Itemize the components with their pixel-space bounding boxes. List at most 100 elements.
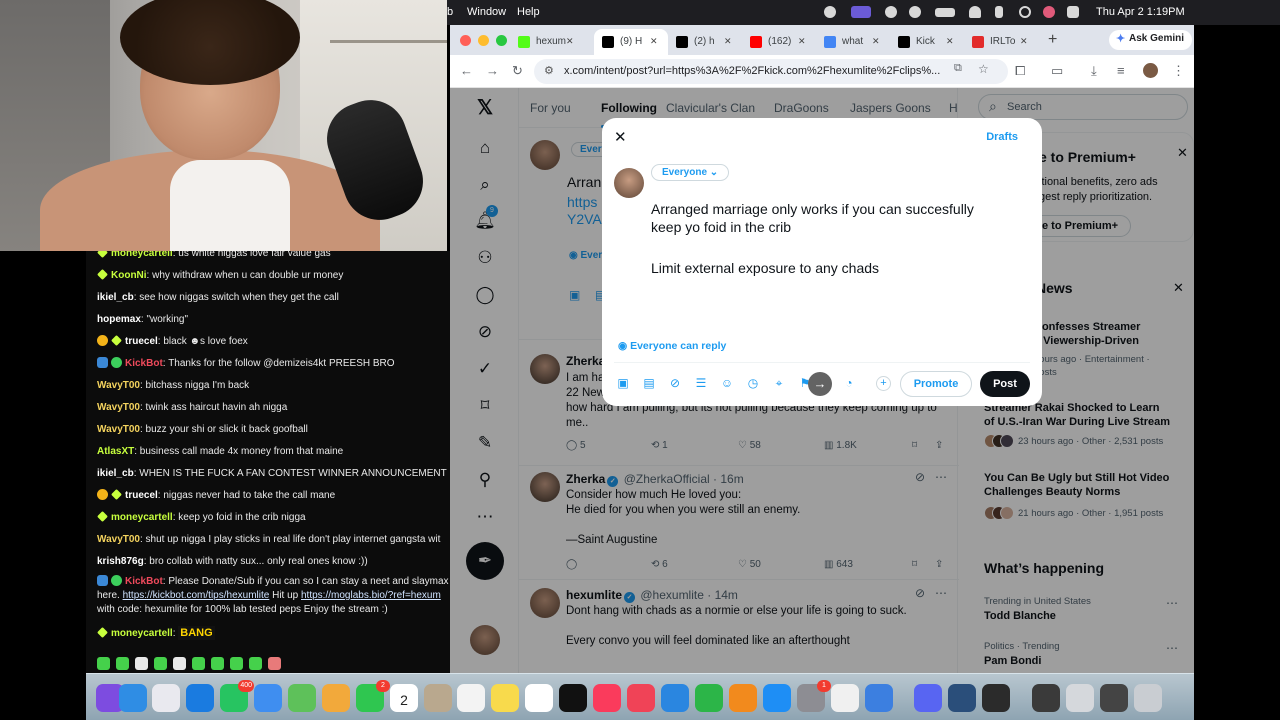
notes-icon[interactable]: [491, 684, 519, 712]
keyboard-icon[interactable]: [1066, 684, 1094, 712]
chat-username[interactable]: KoonNi: [111, 270, 147, 281]
site-info-icon[interactable]: ⚙: [544, 64, 554, 77]
gif-icon[interactable]: ▤: [642, 376, 656, 390]
photos-icon[interactable]: [322, 684, 350, 712]
finder-icon[interactable]: [119, 684, 147, 712]
schedule-icon[interactable]: ◷: [746, 376, 760, 390]
status-icon[interactable]: [824, 6, 836, 18]
audience-selector[interactable]: Everyone ⌄: [651, 164, 730, 181]
emote-icon[interactable]: [249, 657, 262, 670]
facetime-icon[interactable]: 2: [356, 680, 390, 712]
reload-button[interactable]: ↻: [512, 63, 523, 79]
browser-tab[interactable]: (9) H ✕: [594, 29, 668, 55]
emote-icon[interactable]: [268, 657, 281, 670]
download-icon[interactable]: ⤓: [1091, 63, 1097, 79]
appstore-icon[interactable]: [763, 684, 791, 712]
search-icon[interactable]: [1019, 6, 1031, 18]
numbers-icon[interactable]: [695, 684, 723, 712]
media-icon[interactable]: ▣: [616, 376, 630, 390]
media-icon[interactable]: ≡: [1117, 63, 1125, 78]
browser-tab[interactable]: IRLTo ✕: [964, 29, 1038, 55]
emote-icon[interactable]: [230, 657, 243, 670]
trash-icon[interactable]: [1134, 684, 1162, 712]
new-tab-button[interactable]: +: [1048, 31, 1057, 49]
chat-username[interactable]: moneycartell: [111, 251, 173, 259]
address-bar[interactable]: ⚙ x.com/intent/post?url=https%3A%2F%2Fki…: [534, 59, 1008, 84]
poll-icon[interactable]: ☰: [694, 376, 708, 390]
browser-tab[interactable]: Kick ✕: [890, 29, 964, 55]
battery-icon[interactable]: [935, 8, 955, 17]
chat-link[interactable]: https://kickbot.com/tips/hexumlite: [123, 590, 270, 601]
browser-tab[interactable]: (2) h ✕: [668, 29, 742, 55]
clock[interactable]: Thu Apr 2 1:19PM: [1096, 6, 1185, 18]
play-icon[interactable]: [885, 6, 897, 18]
minimize-window-button[interactable]: [478, 35, 489, 46]
add-post-button[interactable]: +: [876, 376, 891, 391]
bluetooth-icon[interactable]: [995, 6, 1003, 18]
scroll-toolbar-button[interactable]: →: [808, 372, 832, 396]
chat-username[interactable]: ikiel_cb: [97, 468, 134, 479]
stage-icon[interactable]: [1100, 684, 1128, 712]
chat-username[interactable]: WavyT00: [97, 424, 140, 435]
calendar-icon[interactable]: 2: [390, 684, 418, 712]
forward-button[interactable]: →: [486, 63, 499, 78]
emoji-icon[interactable]: ☺: [720, 376, 734, 390]
location-icon[interactable]: ⌖: [772, 376, 786, 390]
emote-icon[interactable]: [173, 657, 186, 670]
extensions-icon[interactable]: ⧠: [1015, 63, 1025, 79]
menu-item-help[interactable]: Help: [517, 6, 540, 18]
emote-icon[interactable]: [97, 657, 110, 670]
chat-username[interactable]: moneycartell: [111, 628, 173, 639]
maps-icon[interactable]: [288, 684, 316, 712]
emote-icon[interactable]: [211, 657, 224, 670]
reply-setting-button[interactable]: ◉ Everyone can reply: [618, 340, 726, 352]
chat-username[interactable]: KickBot: [125, 358, 163, 369]
bookmark-star-icon[interactable]: ☆: [978, 62, 989, 76]
menu-item-app[interactable]: b: [447, 6, 453, 18]
mail-icon[interactable]: [254, 684, 282, 712]
close-window-button[interactable]: [460, 35, 471, 46]
timer-icon[interactable]: [909, 6, 921, 18]
close-tab-icon[interactable]: ✕: [798, 36, 806, 47]
close-tab-icon[interactable]: ✕: [1020, 36, 1028, 47]
preview-icon[interactable]: [865, 684, 893, 712]
close-tab-icon[interactable]: ✕: [650, 36, 658, 47]
control-center-icon[interactable]: [1067, 6, 1079, 18]
compose-text-area[interactable]: Arranged marriage only works if you can …: [651, 200, 1021, 277]
chat-username[interactable]: moneycartell: [111, 512, 173, 523]
menu-item-window[interactable]: Window: [467, 6, 506, 18]
music-icon[interactable]: [593, 684, 621, 712]
drafts-button[interactable]: Drafts: [986, 131, 1018, 143]
chat-username[interactable]: truecel: [125, 336, 158, 347]
whatsapp-icon[interactable]: 400: [220, 680, 254, 712]
appletv-icon[interactable]: [559, 684, 587, 712]
emote-icon[interactable]: [135, 657, 148, 670]
close-tab-icon[interactable]: ✕: [946, 36, 954, 47]
emote-icon[interactable]: [192, 657, 205, 670]
freeform-icon[interactable]: [525, 684, 553, 712]
screen-record-icon[interactable]: [851, 6, 871, 18]
chrome-icon[interactable]: [831, 684, 859, 712]
chat-link[interactable]: https://moglabs.bio/?ref=hexum: [301, 590, 441, 601]
chat-username[interactable]: krish876g: [97, 556, 144, 567]
chat-username[interactable]: truecel: [125, 490, 158, 501]
close-tab-icon[interactable]: ✕: [566, 36, 574, 47]
browser-tab[interactable]: what ✕: [816, 29, 890, 55]
safari-icon[interactable]: [186, 684, 214, 712]
install-icon[interactable]: ⧉: [954, 62, 962, 75]
chat-username[interactable]: ikiel_cb: [97, 292, 134, 303]
chat-username[interactable]: WavyT00: [97, 402, 140, 413]
launchpad-icon[interactable]: [152, 684, 180, 712]
post-button[interactable]: Post: [980, 371, 1030, 397]
pages-icon[interactable]: [729, 684, 757, 712]
screenshot-icon[interactable]: [1032, 684, 1060, 712]
emote-icon[interactable]: [116, 657, 129, 670]
chat-username[interactable]: hopemax: [97, 314, 141, 325]
keynote-icon[interactable]: [661, 684, 689, 712]
browser-tab[interactable]: (162) ✕: [742, 29, 816, 55]
settings-icon[interactable]: 1: [797, 680, 831, 712]
zoom-window-button[interactable]: [496, 35, 507, 46]
chat-username[interactable]: WavyT00: [97, 380, 140, 391]
sidepanel-icon[interactable]: ▭: [1051, 63, 1063, 79]
siri-icon[interactable]: [1043, 6, 1055, 18]
